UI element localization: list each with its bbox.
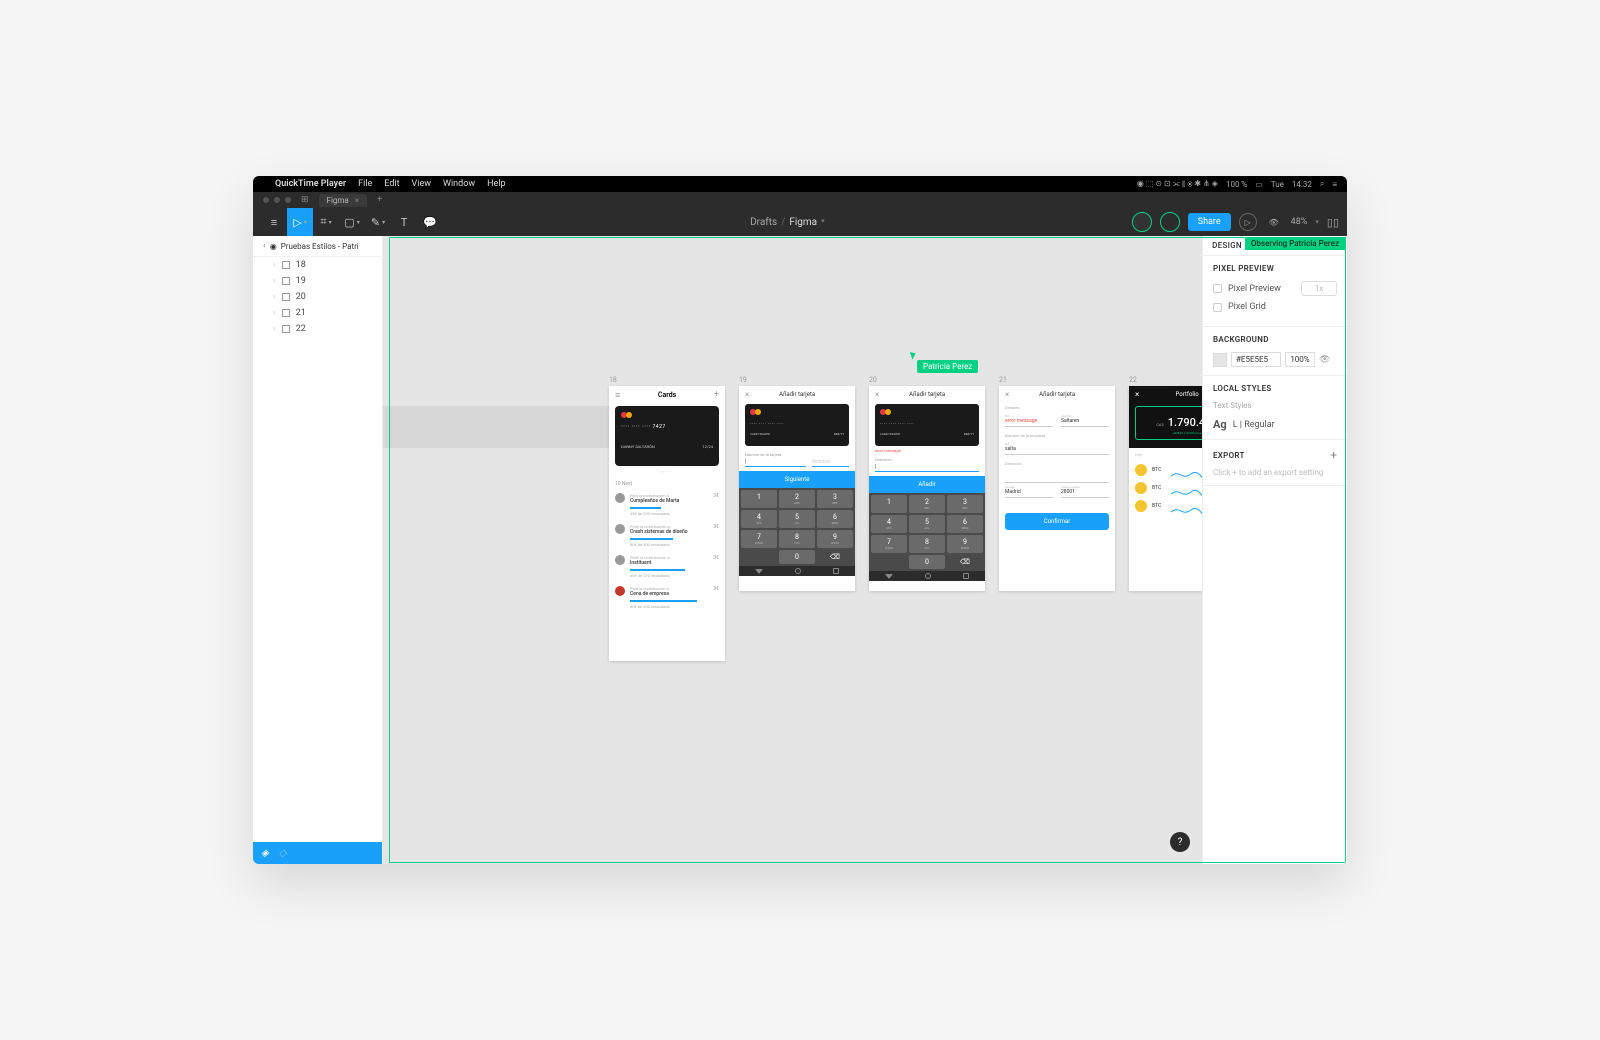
apps-grid-icon[interactable]: ⊞ [301,195,309,205]
time-label: 14:32 [1292,180,1312,189]
menu-help[interactable]: Help [487,179,505,189]
layer-item[interactable]: ›20 [253,289,382,305]
layers-icon[interactable]: ◈ [261,848,269,859]
present-button[interactable]: ▷ [1239,213,1257,231]
frame-icon [282,309,290,317]
back-icon: ‹ [263,241,266,251]
comment-tool[interactable]: 💬 [417,208,443,236]
assets-icon[interactable]: ◇ [279,848,287,859]
layer-item[interactable]: ›22 [253,321,382,337]
window-controls[interactable] [263,197,291,203]
panel-footer: ◈ ◇ [253,842,382,864]
frame-icon [282,261,290,269]
day-label: Tue [1271,180,1284,189]
battery-label: 100 % [1226,180,1247,189]
menu-edit[interactable]: Edit [384,179,399,189]
menu-icon[interactable]: ≡ [1332,180,1337,189]
library-icon[interactable]: ▯▯ [1327,216,1339,229]
layer-item[interactable]: ›18 [253,257,382,273]
collaborator-avatar[interactable] [1132,212,1152,232]
new-tab-icon[interactable]: + [377,195,382,205]
pen-tool[interactable]: ✎▾ [365,208,391,236]
frame-icon [282,293,290,301]
hamburger-icon[interactable]: ≡ [261,208,287,236]
frame-icon [282,277,290,285]
text-tool[interactable]: T [391,208,417,236]
layer-item[interactable]: ›19 [253,273,382,289]
collaborator-avatar-active[interactable] [1160,212,1180,232]
mac-menubar: QuickTime Player File Edit View Window H… [253,176,1347,192]
page-selector[interactable]: ‹ ◉ Pruebas Estilos - Patri [253,236,382,257]
shape-tool[interactable]: ▢▾ [339,208,365,236]
breadcrumb[interactable]: Drafts / Figma ▾ [750,217,825,228]
view-settings-icon[interactable]: 👁 [1265,213,1283,231]
search-icon[interactable]: ⌕ [1320,179,1324,189]
status-icons: ◉ ⬚ ⊙ ⊡ ⫘ ⫴ ⦿ ✱ ⋔ ◈ [1137,179,1218,189]
eye-icon: ◉ [270,242,277,251]
menu-window[interactable]: Window [443,179,475,189]
move-tool[interactable]: ▷▾ [287,208,313,236]
layer-item[interactable]: ›21 [253,305,382,321]
browser-tab-figma[interactable]: Figma × [319,194,368,207]
viewport-selection [389,237,1346,863]
menu-view[interactable]: View [412,179,431,189]
observing-badge: Observing Patricia Perez [1245,237,1345,250]
frame-tool[interactable]: ⌗▾ [313,208,339,236]
menu-file[interactable]: File [358,179,372,189]
browser-tabstrip: ⊞ Figma × + [253,192,1347,208]
app-window: QuickTime Player File Edit View Window H… [253,176,1347,864]
battery-icon: ▭ [1255,180,1263,189]
layers-panel: ‹ ◉ Pruebas Estilos - Patri ›18 ›19 ›20 … [253,236,383,864]
app-name[interactable]: QuickTime Player [275,179,346,189]
close-tab-icon[interactable]: × [355,196,359,205]
figma-toolbar: ≡ ▷▾ ⌗▾ ▢▾ ✎▾ T 💬 Drafts / Figma ▾ Share… [253,208,1347,236]
frame-icon [282,325,290,333]
zoom-level[interactable]: 48% [1291,217,1308,227]
share-button[interactable]: Share [1188,213,1231,231]
